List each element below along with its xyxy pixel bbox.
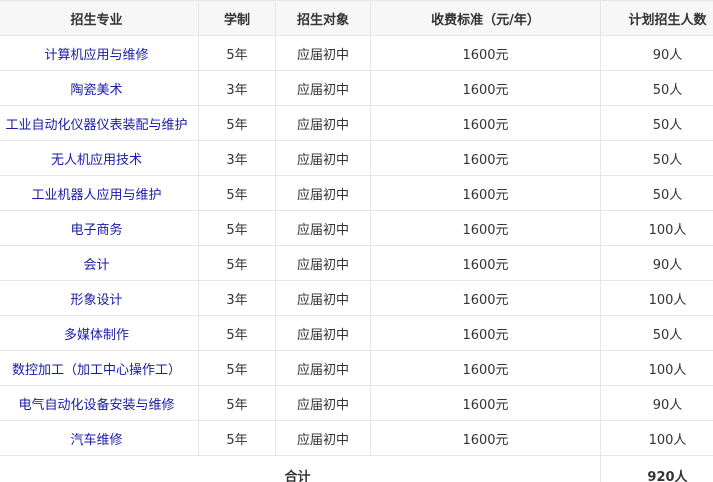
header-years: 学制	[198, 0, 276, 36]
fee-cell: 1600元	[370, 140, 601, 176]
years-cell: 3年	[198, 70, 276, 106]
header-fee: 收费标准（元/年）	[370, 0, 601, 36]
target-cell: 应届初中	[275, 280, 371, 316]
table-row: 形象设计 3年 应届初中 1600元 100人	[0, 280, 713, 316]
major-link[interactable]: 陶瓷美术	[0, 70, 199, 106]
major-link[interactable]: 数控加工（加工中心操作工）	[0, 350, 199, 386]
total-row: 合计 920人	[0, 455, 713, 482]
header-target: 招生对象	[275, 0, 371, 36]
fee-cell: 1600元	[370, 420, 601, 456]
years-cell: 5年	[198, 245, 276, 281]
major-link[interactable]: 工业自动化仪器仪表装配与维护	[0, 105, 199, 141]
fee-cell: 1600元	[370, 70, 601, 106]
plan-cell: 90人	[600, 385, 713, 421]
table-row: 多媒体制作 5年 应届初中 1600元 50人	[0, 315, 713, 351]
target-cell: 应届初中	[275, 210, 371, 246]
plan-cell: 50人	[600, 70, 713, 106]
table-row: 无人机应用技术 3年 应届初中 1600元 50人	[0, 140, 713, 176]
table-footer: 合计 920人	[0, 455, 713, 482]
fee-cell: 1600元	[370, 105, 601, 141]
total-value: 920人	[600, 455, 713, 482]
major-link[interactable]: 工业机器人应用与维护	[0, 175, 199, 211]
fee-cell: 1600元	[370, 210, 601, 246]
plan-cell: 50人	[600, 175, 713, 211]
target-cell: 应届初中	[275, 35, 371, 71]
target-cell: 应届初中	[275, 350, 371, 386]
major-link[interactable]: 计算机应用与维修	[0, 35, 199, 71]
plan-cell: 50人	[600, 140, 713, 176]
total-label: 合计	[0, 455, 601, 482]
plan-cell: 100人	[600, 350, 713, 386]
table-row: 会计 5年 应届初中 1600元 90人	[0, 245, 713, 281]
target-cell: 应届初中	[275, 315, 371, 351]
target-cell: 应届初中	[275, 420, 371, 456]
major-link[interactable]: 多媒体制作	[0, 315, 199, 351]
major-link[interactable]: 汽车维修	[0, 420, 199, 456]
fee-cell: 1600元	[370, 315, 601, 351]
years-cell: 5年	[198, 210, 276, 246]
table-row: 汽车维修 5年 应届初中 1600元 100人	[0, 420, 713, 456]
plan-cell: 90人	[600, 35, 713, 71]
table-header: 招生专业 学制 招生对象 收费标准（元/年） 计划招生人数	[0, 0, 713, 36]
major-link[interactable]: 无人机应用技术	[0, 140, 199, 176]
table-row: 陶瓷美术 3年 应届初中 1600元 50人	[0, 70, 713, 106]
years-cell: 5年	[198, 385, 276, 421]
enrollment-table: 招生专业 学制 招生对象 收费标准（元/年） 计划招生人数 计算机应用与维修 5…	[0, 0, 713, 482]
major-link[interactable]: 电子商务	[0, 210, 199, 246]
plan-cell: 100人	[600, 280, 713, 316]
years-cell: 3年	[198, 280, 276, 316]
header-plan: 计划招生人数	[600, 0, 713, 36]
table-row: 工业机器人应用与维护 5年 应届初中 1600元 50人	[0, 175, 713, 211]
years-cell: 5年	[198, 105, 276, 141]
plan-cell: 100人	[600, 210, 713, 246]
target-cell: 应届初中	[275, 175, 371, 211]
table-body: 计算机应用与维修 5年 应届初中 1600元 90人 陶瓷美术 3年 应届初中 …	[0, 35, 713, 456]
years-cell: 5年	[198, 315, 276, 351]
target-cell: 应届初中	[275, 140, 371, 176]
major-link[interactable]: 会计	[0, 245, 199, 281]
major-link[interactable]: 电气自动化设备安装与维修	[0, 385, 199, 421]
target-cell: 应届初中	[275, 70, 371, 106]
table-row: 计算机应用与维修 5年 应届初中 1600元 90人	[0, 35, 713, 71]
target-cell: 应届初中	[275, 105, 371, 141]
plan-cell: 90人	[600, 245, 713, 281]
major-link[interactable]: 形象设计	[0, 280, 199, 316]
table-row: 工业自动化仪器仪表装配与维护 5年 应届初中 1600元 50人	[0, 105, 713, 141]
plan-cell: 50人	[600, 105, 713, 141]
target-cell: 应届初中	[275, 385, 371, 421]
table-row: 数控加工（加工中心操作工） 5年 应届初中 1600元 100人	[0, 350, 713, 386]
years-cell: 3年	[198, 140, 276, 176]
fee-cell: 1600元	[370, 350, 601, 386]
years-cell: 5年	[198, 420, 276, 456]
years-cell: 5年	[198, 35, 276, 71]
fee-cell: 1600元	[370, 280, 601, 316]
fee-cell: 1600元	[370, 35, 601, 71]
target-cell: 应届初中	[275, 245, 371, 281]
years-cell: 5年	[198, 350, 276, 386]
table-row: 电气自动化设备安装与维修 5年 应届初中 1600元 90人	[0, 385, 713, 421]
fee-cell: 1600元	[370, 385, 601, 421]
table-row: 电子商务 5年 应届初中 1600元 100人	[0, 210, 713, 246]
plan-cell: 100人	[600, 420, 713, 456]
plan-cell: 50人	[600, 315, 713, 351]
fee-cell: 1600元	[370, 175, 601, 211]
fee-cell: 1600元	[370, 245, 601, 281]
header-major: 招生专业	[0, 0, 199, 36]
enrollment-table-container: 招生专业 学制 招生对象 收费标准（元/年） 计划招生人数 计算机应用与维修 5…	[0, 0, 713, 482]
header-row: 招生专业 学制 招生对象 收费标准（元/年） 计划招生人数	[0, 0, 713, 36]
years-cell: 5年	[198, 175, 276, 211]
